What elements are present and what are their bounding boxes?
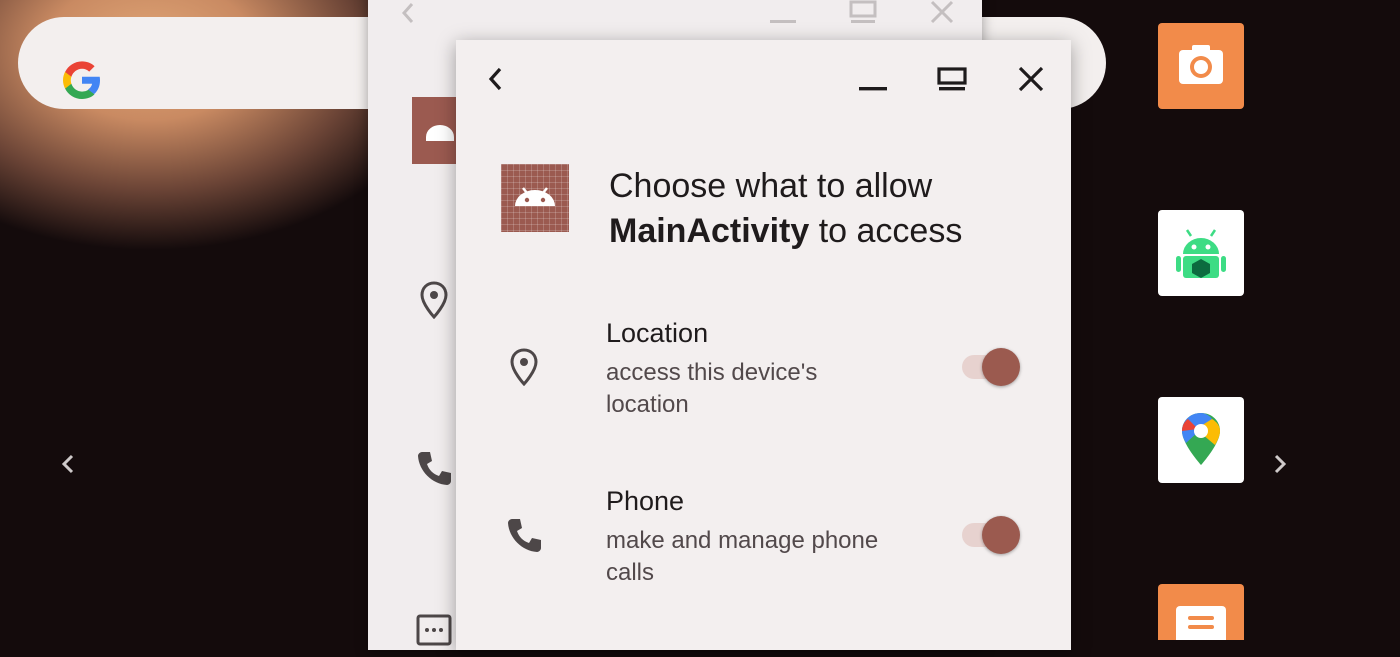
bg-back-icon [394,0,424,28]
toggle-thumb [982,348,1020,386]
back-icon[interactable] [480,63,516,95]
permission-name-location: Location [606,318,709,348]
permission-desc-phone: make and manage phone calls [606,527,879,586]
camera-app-icon[interactable] [1158,23,1244,109]
app-icon [501,164,569,232]
phone-icon [504,515,544,555]
bg-location-icon [414,279,454,320]
app-name: MainActivity [609,212,810,250]
minimize-icon[interactable] [855,63,891,95]
bg-minimize-icon [768,0,798,28]
maps-app-icon[interactable] [1158,397,1244,483]
bg-phone-icon [414,448,454,488]
google-logo-icon [60,58,104,102]
chevron-right-icon[interactable] [1270,452,1290,476]
title-suffix: to access [818,212,963,250]
bg-close-icon [928,0,958,28]
dialog-title: Choose what to allow MainActivity to acc… [609,164,1049,254]
phone-toggle[interactable] [960,515,1022,555]
location-toggle[interactable] [960,347,1022,387]
chevron-left-icon[interactable] [58,452,78,476]
title-prefix: Choose what to allow [609,167,933,205]
bg-maximize-icon [848,0,878,28]
android-app-icon[interactable] [1158,210,1244,296]
bg-sms-icon [414,612,454,652]
permission-desc-location: access this device's location [606,359,818,418]
messages-app-icon[interactable] [1158,584,1244,640]
permission-name-phone: Phone [606,486,685,516]
close-icon[interactable] [1013,63,1049,95]
toggle-thumb [982,516,1020,554]
bg-app-badge [412,97,456,164]
location-icon [504,346,544,387]
maximize-icon[interactable] [934,63,970,95]
